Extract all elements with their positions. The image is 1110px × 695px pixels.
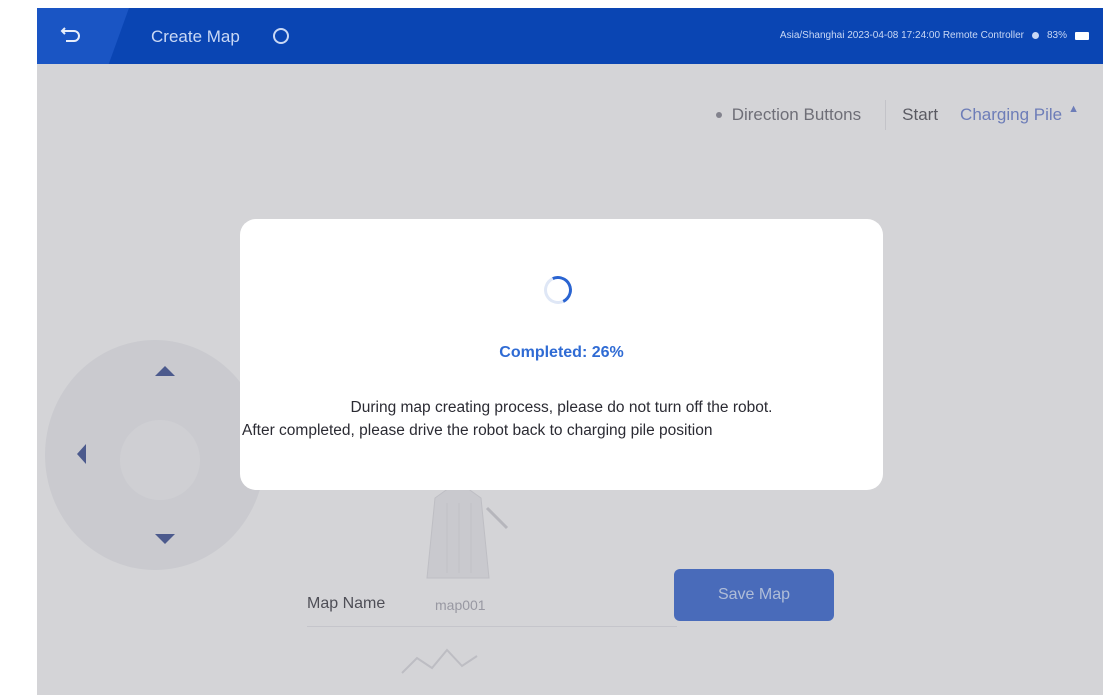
loading-spinner-icon	[540, 272, 576, 308]
battery-icon	[1075, 31, 1089, 40]
app-screen: Create Map Asia/Shanghai 2023-04-08 17:2…	[37, 8, 1103, 695]
header-bar: Create Map Asia/Shanghai 2023-04-08 17:2…	[37, 8, 1103, 64]
page-title: Create Map	[151, 27, 240, 46]
status-text: Asia/Shanghai 2023-04-08 17:24:00 Remote…	[779, 30, 1024, 41]
dialog-message-line1: During map creating process, please do n…	[350, 399, 773, 416]
progress-status: Completed: 26%	[499, 344, 624, 361]
info-icon[interactable]	[273, 28, 289, 44]
status-area: Asia/Shanghai 2023-04-08 17:24:00 Remote…	[780, 30, 1089, 41]
back-button[interactable]	[37, 8, 129, 64]
back-arrow-icon	[60, 27, 80, 42]
signal-icon	[1031, 32, 1039, 39]
progress-dialog: Completed: 26% During map creating proce…	[240, 219, 883, 490]
dialog-message-line2: After completed, please drive the robot …	[242, 422, 713, 439]
battery-level: 83%	[1046, 30, 1067, 41]
